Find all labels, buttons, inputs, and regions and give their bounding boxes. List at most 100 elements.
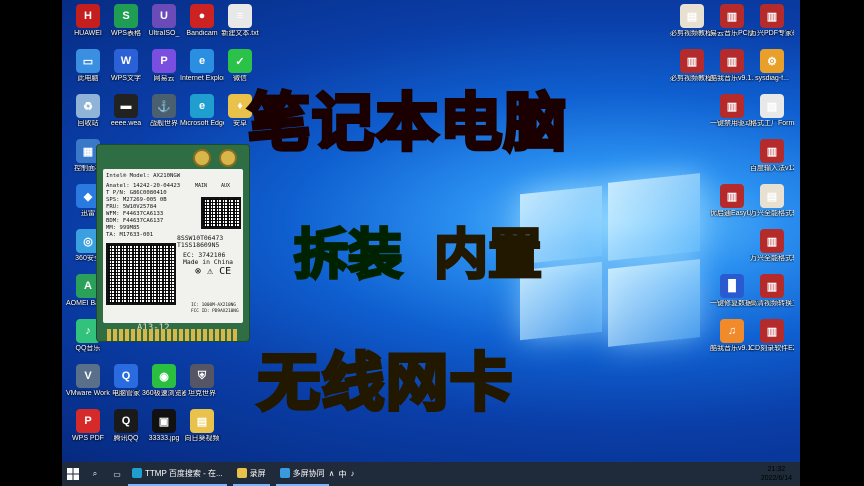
task-view-button[interactable]: ▭ (106, 462, 128, 486)
right-desktop-icon-4[interactable]: ▥ 酷我音乐v9.1.1.4付... (710, 49, 754, 83)
right-desktop-icon-10[interactable]: ▤ 万兴全能格式转换工... (750, 184, 794, 218)
start-button[interactable] (62, 462, 84, 486)
card-sps: SPS: M27269-005 0B (106, 197, 167, 203)
left-desktop-icon-27[interactable]: ▤ 向日葵视频 (180, 409, 224, 443)
task-view-icon: ▭ (113, 469, 121, 479)
desktop-icon-label: 必剪视频教程Bing... (670, 30, 714, 37)
desktop-icon-label: 坦克世界 (188, 390, 216, 397)
headline-wireless-card: 无线网卡 (256, 344, 515, 421)
clock-time: 21:32 (767, 466, 786, 473)
letterbox-left (0, 0, 62, 486)
right-app-icon-12: █ (720, 274, 744, 298)
desktop-icon-label: 万兴全能格式转换工... (750, 255, 794, 262)
desktop-icon-label: 新建文本.txt (221, 30, 259, 37)
left-desktop-icon-23[interactable]: ⛨ 坦克世界 (180, 364, 224, 398)
taskbar-app-label: TTMP 百度搜索 - 在... (145, 468, 223, 478)
large-qr-code (106, 243, 176, 305)
right-app-icon-1: ▥ (720, 4, 744, 28)
tray-icon-2[interactable]: ♪ (351, 469, 355, 480)
left-app-icon-23: ⛨ (190, 364, 214, 388)
right-desktop-icon-8[interactable]: ▥ 百度输入法v12.1b(60... (750, 139, 794, 173)
right-app-icon-4: ▥ (720, 49, 744, 73)
left-app-icon-6: W (114, 49, 138, 73)
windows-logo-wallpaper (520, 160, 700, 347)
taskbar-apps: TTMP 百度搜索 - 在... 录屏 多屏协同 (128, 462, 329, 486)
card-tpn: T P/N: G86C0080410 (106, 190, 167, 196)
card-gold-contacts (107, 329, 239, 341)
desktop-icon-label: sysdiag-f... (755, 75, 789, 82)
desktop-icon-label: 易云音乐PC版_v2.7.5... (710, 30, 754, 37)
left-app-icon-20: V (76, 364, 100, 388)
left-app-icon-0: H (76, 4, 100, 28)
windows-start-icon (67, 468, 79, 480)
desktop-icon-label: 酷我音乐v9.1.1.4付... (710, 345, 754, 352)
right-desktop-icon-14[interactable]: ♫ 酷我音乐v9.1.1.4付... (710, 319, 754, 353)
wifi-card-photo: Intel® Model: AX210NGW MAIN AUX Anatel: … (96, 144, 250, 342)
card-anatel: Anatel: 14242-20-04423 (106, 183, 181, 189)
search-button[interactable]: ⌕ (84, 462, 106, 486)
card-model: Intel® Model: AX210NGW (106, 173, 181, 179)
left-app-icon-10: ♻ (76, 94, 100, 118)
desktop-icon-label: CD刻录软件EZCDA... (750, 345, 794, 352)
taskbar-app-0[interactable]: TTMP 百度搜索 - 在... (128, 462, 227, 486)
right-desktop-icon-13[interactable]: ▥ 高清视频转换工具... (750, 274, 794, 308)
left-app-icon-3: ● (190, 4, 214, 28)
right-desktop-icon-9[interactable]: ▥ 优启通EasyU_3.7... (710, 184, 754, 218)
left-app-icon-8: e (190, 49, 214, 73)
right-app-icon-3: ▥ (680, 49, 704, 73)
right-desktop-icon-12[interactable]: █ 一键修复数据恢复... (710, 274, 754, 308)
card-sticker: Intel® Model: AX210NGW MAIN AUX Anatel: … (103, 169, 243, 323)
right-app-icon-11: ▥ (760, 229, 784, 253)
clock[interactable]: 21:32 2022/6/14 (761, 465, 800, 483)
card-aux-label: AUX (221, 183, 231, 189)
taskbar-app-2[interactable]: 多屏协同 (275, 462, 329, 486)
small-qr-code (201, 197, 241, 229)
clock-date: 2022/6/14 (760, 475, 792, 482)
taskbar-app-label: 录屏 (249, 468, 266, 478)
desktop: H HUAWEI S WPS表格 U UltraISO_ ● Bandicam ≡ 新建文本.tx… (0, 0, 864, 462)
tray-icon-0[interactable]: ∧ (329, 469, 335, 480)
left-app-icon-26: ▣ (152, 409, 176, 433)
desktop-icon-label: 万兴PDF专家破解版P (750, 30, 794, 37)
desktop-icon-label: 一键修复数据恢复... (710, 300, 754, 307)
search-icon: ⌕ (92, 469, 98, 478)
desktop-icon-label: 万兴全能格式转换工... (750, 210, 794, 217)
right-desktop-icon-6[interactable]: ▥ 一键禁用驱动程序.rar (710, 94, 754, 128)
right-desktop-icon-11[interactable]: ▥ 万兴全能格式转换工... (750, 229, 794, 263)
card-made-in: Made in China (183, 258, 234, 266)
left-app-icon-13: e (190, 94, 214, 118)
card-mm: MM: 999M85 (106, 225, 140, 231)
left-app-icon-22: ◉ (152, 364, 176, 388)
desktop-icon-label: 优启通EasyU_3.7... (710, 210, 754, 217)
desktop-icon-label: 百度输入法v12.1b(60... (750, 165, 794, 172)
left-desktop-icon-4[interactable]: ≡ 新建文本.txt (218, 4, 262, 38)
tray-icon-1[interactable]: 中 (339, 469, 347, 480)
right-desktop-icon-2[interactable]: ▥ 万兴PDF专家破解版P (750, 4, 794, 38)
right-app-icon-6: ▥ (720, 94, 744, 118)
left-app-icon-27: ▤ (190, 409, 214, 433)
desktop-icon-label: 格式工厂FormatFa... (750, 120, 794, 127)
right-desktop-icon-7[interactable]: ▧ 格式工厂FormatFa... (750, 94, 794, 128)
left-app-icon-1: S (114, 4, 138, 28)
desktop-icon-label: 高清视频转换工具... (750, 300, 794, 307)
taskbar-app-label: 多屏协同 (292, 468, 325, 478)
right-desktop-icon-0[interactable]: ▤ 必剪视频教程Bing... (670, 4, 714, 38)
right-app-icon-14: ♫ (720, 319, 744, 343)
right-desktop-icon-1[interactable]: ▥ 易云音乐PC版_v2.7.5... (710, 4, 754, 38)
left-app-icon-12: ⚓ (152, 94, 176, 118)
right-app-icon-0: ▤ (680, 4, 704, 28)
card-fru: FRU: 5W10V25784 (106, 204, 157, 210)
desktop-icon-label: 一键禁用驱动程序.rar (710, 120, 754, 127)
card-serial-2: T1SS18609N5 (177, 241, 220, 249)
right-desktop-icon-15[interactable]: ▥ CD刻录软件EZCDA... (750, 319, 794, 353)
taskbar-app-1[interactable]: 录屏 (232, 462, 270, 486)
right-desktop-icon-5[interactable]: ⚙ sysdiag-f... (750, 49, 794, 83)
right-app-icon-2: ▥ (760, 4, 784, 28)
left-app-icon-21: Q (114, 364, 138, 388)
right-desktop-icon-3[interactable]: ▥ 必剪视频教程Bing_W... (670, 49, 714, 83)
right-app-icon-13: ▥ (760, 274, 784, 298)
right-app-icon-15: ▥ (760, 319, 784, 343)
left-app-icon-9: ✓ (228, 49, 252, 73)
right-app-icon-8: ▥ (760, 139, 784, 163)
left-app-icon-24: P (76, 409, 100, 433)
